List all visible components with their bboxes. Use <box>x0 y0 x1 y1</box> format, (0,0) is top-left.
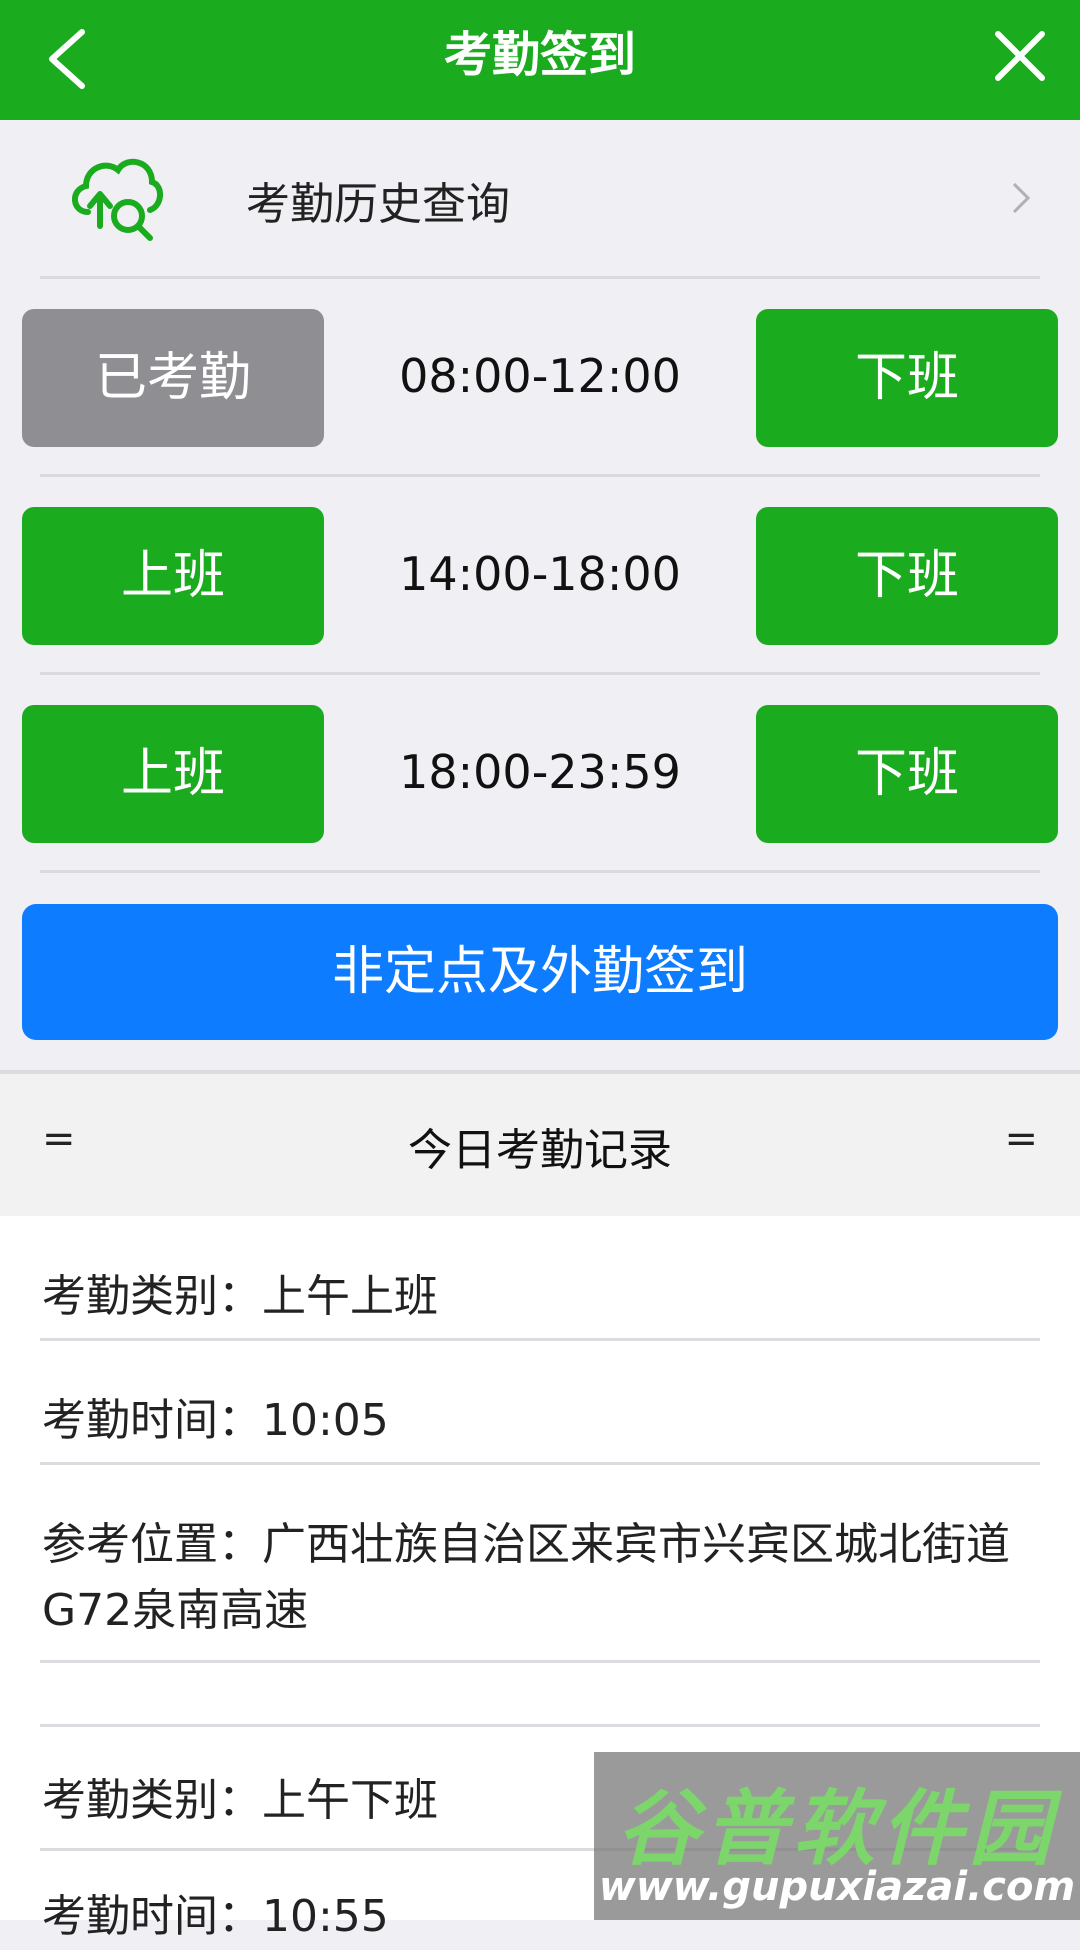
divider <box>40 1724 1040 1727</box>
header-right-mark: = <box>1004 1116 1038 1162</box>
clock-out-button[interactable]: 下班 <box>756 705 1058 843</box>
divider <box>40 1660 1040 1663</box>
clock-out-button[interactable]: 下班 <box>756 309 1058 447</box>
shift-time: 08:00-12:00 <box>399 349 681 403</box>
chevron-right-icon <box>1012 182 1031 214</box>
off-site-checkin-button[interactable]: 非定点及外勤签到 <box>22 904 1058 1040</box>
top-bar: 考勤签到 <box>0 0 1080 120</box>
shift-row: 已考勤 08:00-12:00 下班 <box>0 277 1080 475</box>
watermark-url: www.gupuxiazai.com <box>598 1864 1076 1910</box>
shift-time: 14:00-18:00 <box>399 547 681 601</box>
clock-in-button[interactable]: 上班 <box>22 705 324 843</box>
record-time: 考勤时间：10:05 <box>42 1395 389 1446</box>
attendance-history-row[interactable]: 考勤历史查询 <box>0 120 1080 276</box>
close-icon[interactable] <box>990 26 1050 86</box>
divider <box>40 1338 1040 1341</box>
divider <box>40 870 1040 873</box>
record-category: 考勤类别：上午上班 <box>42 1271 438 1322</box>
divider <box>40 1462 1040 1465</box>
record-location-cont: G72泉南高速 <box>42 1585 309 1636</box>
cloud-search-icon <box>72 159 163 241</box>
records-title: 今日考勤记录 <box>408 1125 672 1176</box>
record-location: 参考位置：广西壮族自治区来宾市兴宾区城北街道 <box>42 1519 1010 1570</box>
shift-time: 18:00-23:59 <box>399 745 681 799</box>
shift-row: 上班 18:00-23:59 下班 <box>0 673 1080 871</box>
today-records-header: = 今日考勤记录 = <box>0 1074 1080 1216</box>
history-label: 考勤历史查询 <box>246 179 510 230</box>
checked-in-button[interactable]: 已考勤 <box>22 309 324 447</box>
clock-out-button[interactable]: 下班 <box>756 507 1058 645</box>
shift-row: 上班 14:00-18:00 下班 <box>0 475 1080 673</box>
watermark: 谷普软件园 www.gupuxiazai.com <box>594 1752 1080 1920</box>
page-title: 考勤签到 <box>443 27 636 83</box>
clock-in-button[interactable]: 上班 <box>22 507 324 645</box>
